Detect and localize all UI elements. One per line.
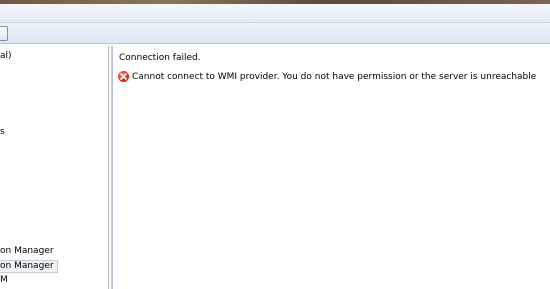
tree-item-partial[interactable]: M (0, 275, 8, 286)
error-icon (118, 71, 129, 82)
toolbar (0, 23, 550, 44)
tree-item-services[interactable]: s (0, 127, 5, 138)
mmc-window: al) s on Manager on Manager M Connection… (0, 0, 550, 289)
error-message-row: Cannot connect to WMI provider. You do n… (118, 71, 536, 82)
tree-item-configuration-manager-selected[interactable]: on Manager (0, 260, 58, 273)
tree-item-configuration-manager[interactable]: on Manager (0, 246, 54, 257)
title-bar (0, 4, 550, 23)
toolbar-button[interactable] (0, 26, 8, 41)
tree-item-local[interactable]: al) (0, 51, 12, 62)
console-tree-pane[interactable]: al) s on Manager on Manager M (0, 46, 109, 289)
details-pane: Connection failed. Cannot connect to WMI… (112, 46, 550, 289)
connection-status-title: Connection failed. (119, 53, 201, 63)
error-message: Cannot connect to WMI provider. You do n… (132, 71, 537, 82)
